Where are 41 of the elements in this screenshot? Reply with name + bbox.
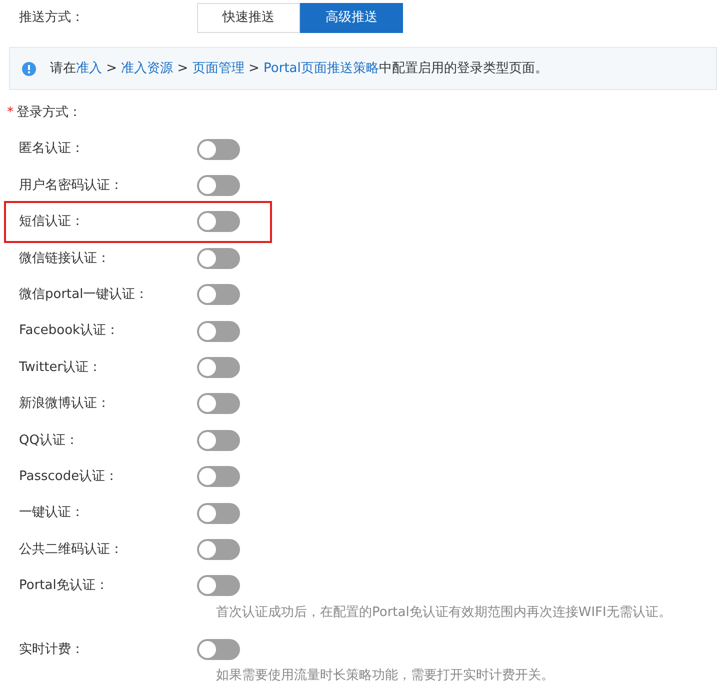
info-icon — [22, 62, 36, 76]
toggle-switch[interactable] — [197, 248, 240, 269]
field-label: Twitter认证： — [18, 358, 103, 377]
field-label: 微信链接认证： — [18, 250, 111, 268]
field-label: Portal免认证： — [18, 577, 110, 596]
field-label: 新浪微博认证： — [18, 395, 111, 414]
toggle-switch[interactable] — [197, 320, 240, 342]
field-label: 用户名密码认证： — [18, 176, 124, 195]
field-label: 匿名认证： — [18, 140, 85, 158]
field-label: 登录方式： — [16, 104, 82, 122]
toggle-switch[interactable] — [197, 538, 240, 560]
field-label: 公共二维码认证： — [18, 540, 124, 559]
field-label: 实时计费： — [18, 640, 85, 659]
toggle-switch[interactable] — [197, 175, 240, 196]
toggle-switch[interactable] — [197, 466, 240, 488]
breadcrumb-link[interactable]: 准入 — [76, 60, 102, 76]
toggle-switch[interactable] — [197, 502, 240, 524]
toggle-switch[interactable] — [197, 575, 240, 596]
field-label: 微信portal一键认证： — [18, 286, 150, 304]
breadcrumb-link[interactable]: 页面管理 — [192, 60, 244, 76]
toggle-switch[interactable] — [197, 430, 240, 451]
segment-tab[interactable]: 快速推送 — [197, 2, 300, 32]
toggle-switch[interactable] — [197, 357, 240, 378]
required-mark: * — [7, 104, 14, 122]
field-label: 一键认证： — [18, 504, 85, 522]
segment-tab[interactable]: 高级推送 — [300, 2, 403, 32]
help-text: 首次认证成功后，在配置的Portal免认证有效期范围内再次连接WIFI无需认证。 — [215, 604, 672, 622]
info-message: 请在准入 > 准入资源 > 页面管理 > Portal页面推送策略中配置启用的登录类型页面。 — [50, 60, 548, 78]
help-text: 如果需要使用流量时长策略功能，需要打开实时计费开关。 — [215, 667, 555, 686]
toggle-switch[interactable] — [197, 211, 240, 232]
toggle-switch[interactable] — [197, 138, 240, 160]
field-label: 短信认证： — [18, 213, 85, 232]
field-label: QQ认证： — [18, 432, 80, 450]
toggle-switch[interactable] — [197, 284, 240, 306]
breadcrumb-link[interactable]: 准入资源 — [121, 60, 174, 76]
toggle-switch[interactable] — [197, 393, 240, 414]
field-label: Passcode认证： — [18, 468, 120, 486]
breadcrumb-link[interactable]: Portal页面推送策略 — [264, 60, 379, 76]
field-label: 推送方式： — [18, 8, 85, 27]
field-label: Facebook认证： — [18, 322, 120, 340]
toggle-switch[interactable] — [197, 638, 240, 660]
